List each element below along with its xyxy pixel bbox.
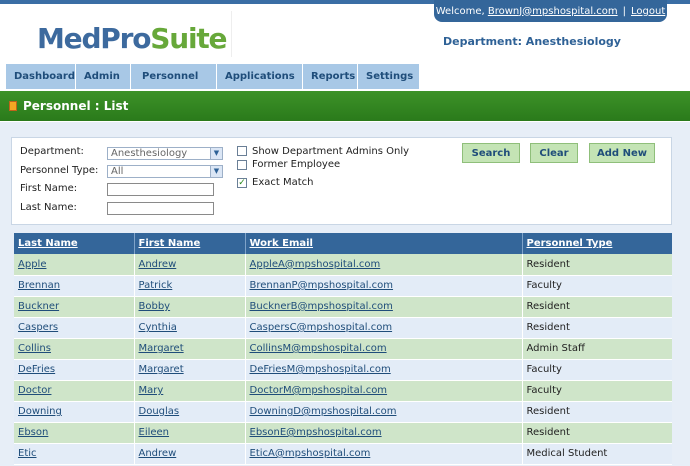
user-email-link[interactable]: BrownJ@mpshospital.com	[488, 6, 618, 17]
email-link[interactable]: EticA@mpshospital.com	[244, 443, 522, 465]
first-name-link[interactable]: Mary	[133, 380, 245, 402]
table-row: Etic Andrew EticA@mpshospital.com Medica…	[14, 443, 672, 465]
email-link[interactable]: EbsonE@mpshospital.com	[244, 422, 522, 444]
personnel-type-cell: Resident	[521, 254, 672, 276]
tab-applications[interactable]: Applications	[217, 64, 303, 89]
first-name-link[interactable]: Margaret	[133, 338, 245, 360]
last-name-link[interactable]: Ebson	[14, 422, 134, 444]
welcome-bar: Welcome, BrownJ@mpshospital.com | Logout	[434, 0, 667, 22]
personnel-table: Last Name First Name Work Email Personne…	[14, 233, 672, 465]
table-row: Downing Douglas DowningD@mpshospital.com…	[14, 401, 672, 423]
personnel-type-cell: Medical Student	[521, 443, 672, 465]
welcome-label: Welcome,	[435, 5, 485, 17]
add-new-button[interactable]: Add New	[589, 143, 655, 163]
personnel-type-cell: Admin Staff	[521, 338, 672, 360]
email-link[interactable]: CaspersC@mpshospital.com	[244, 317, 522, 339]
tab-admin[interactable]: Admin	[76, 64, 131, 89]
former-employee-checkbox[interactable]	[237, 160, 247, 170]
last-name-label: Last Name:	[20, 202, 77, 213]
email-link[interactable]: BrennanP@mpshospital.com	[244, 275, 522, 297]
tab-settings[interactable]: Settings	[358, 64, 420, 89]
exact-match-label: Exact Match	[252, 177, 314, 188]
table-row: Doctor Mary DoctorM@mpshospital.com Facu…	[14, 380, 672, 402]
email-link[interactable]: DowningD@mpshospital.com	[244, 401, 522, 423]
personnel-type-label: Personnel Type:	[20, 165, 99, 176]
chevron-down-icon: ▼	[210, 166, 222, 177]
show-admins-checkbox[interactable]	[237, 146, 247, 156]
last-name-link[interactable]: Caspers	[14, 317, 134, 339]
first-name-link[interactable]: Cynthia	[133, 317, 245, 339]
last-name-link[interactable]: Downing	[14, 401, 134, 423]
last-name-input[interactable]	[107, 202, 214, 215]
last-name-link[interactable]: Buckner	[14, 296, 134, 318]
department-label: Department:	[20, 146, 84, 157]
last-name-link[interactable]: Brennan	[14, 275, 134, 297]
email-link[interactable]: DeFriesM@mpshospital.com	[244, 359, 522, 381]
personnel-type-select[interactable]: All ▼	[107, 165, 223, 178]
table-header-row: Last Name First Name Work Email Personne…	[14, 233, 672, 254]
tab-dashboard[interactable]: Dashboard	[6, 64, 76, 89]
tab-personnel[interactable]: Personnel	[131, 64, 217, 89]
personnel-type-select-value: All	[111, 166, 124, 177]
logo-container: MedProSuite	[6, 11, 232, 57]
personnel-type-cell: Faculty	[521, 359, 672, 381]
app-logo[interactable]: MedProSuite	[37, 22, 228, 55]
first-name-link[interactable]: Margaret	[133, 359, 245, 381]
first-name-link[interactable]: Andrew	[133, 443, 245, 465]
table-row: Ebson Eileen EbsonE@mpshospital.com Resi…	[14, 422, 672, 444]
table-row: Collins Margaret CollinsM@mpshospital.co…	[14, 338, 672, 360]
chevron-down-icon: ▼	[210, 148, 222, 159]
separator: |	[622, 5, 627, 17]
personnel-type-cell: Resident	[521, 317, 672, 339]
personnel-type-cell: Resident	[521, 401, 672, 423]
table-row: Buckner Bobby BucknerB@mpshospital.com R…	[14, 296, 672, 318]
email-link[interactable]: BucknerB@mpshospital.com	[244, 296, 522, 318]
logo-text-suite: Suite	[150, 22, 227, 55]
personnel-type-cell: Resident	[521, 422, 672, 444]
column-header-first-name[interactable]: First Name	[133, 233, 245, 254]
last-name-link[interactable]: Apple	[14, 254, 134, 276]
last-name-link[interactable]: Doctor	[14, 380, 134, 402]
former-employee-label: Former Employee	[252, 159, 341, 170]
logout-link[interactable]: Logout	[631, 6, 665, 17]
column-header-work-email[interactable]: Work Email	[244, 233, 522, 254]
table-row: DeFries Margaret DeFriesM@mpshospital.co…	[14, 359, 672, 381]
email-link[interactable]: CollinsM@mpshospital.com	[244, 338, 522, 360]
table-row: Caspers Cynthia CaspersC@mpshospital.com…	[14, 317, 672, 339]
logo-text-medpro: MedPro	[37, 22, 151, 55]
document-icon	[9, 101, 17, 111]
first-name-link[interactable]: Andrew	[133, 254, 245, 276]
first-name-link[interactable]: Bobby	[133, 296, 245, 318]
show-admins-label: Show Department Admins Only	[252, 146, 410, 157]
personnel-type-cell: Resident	[521, 296, 672, 318]
email-link[interactable]: DoctorM@mpshospital.com	[244, 380, 522, 402]
first-name-link[interactable]: Douglas	[133, 401, 245, 423]
last-name-link[interactable]: Etic	[14, 443, 134, 465]
checkmark-icon: ✓	[238, 178, 246, 188]
main-nav: Dashboard Admin Personnel Applications R…	[6, 64, 420, 89]
department-heading: Department: Anesthesiology	[443, 35, 621, 48]
first-name-link[interactable]: Eileen	[133, 422, 245, 444]
last-name-link[interactable]: DeFries	[14, 359, 134, 381]
personnel-type-cell: Faculty	[521, 275, 672, 297]
search-button[interactable]: Search	[462, 143, 520, 163]
department-select[interactable]: Anesthesiology ▼	[107, 147, 223, 160]
first-name-label: First Name:	[20, 183, 78, 194]
department-select-value: Anesthesiology	[111, 148, 188, 159]
page-title: Personnel : List	[23, 99, 129, 113]
first-name-input[interactable]	[107, 183, 214, 196]
column-header-personnel-type[interactable]: Personnel Type	[521, 233, 672, 254]
clear-button[interactable]: Clear	[530, 143, 578, 163]
tab-reports[interactable]: Reports	[303, 64, 358, 89]
table-row: Brennan Patrick BrennanP@mpshospital.com…	[14, 275, 672, 297]
page-title-banner: Personnel : List	[0, 91, 690, 121]
email-link[interactable]: AppleA@mpshospital.com	[244, 254, 522, 276]
last-name-link[interactable]: Collins	[14, 338, 134, 360]
exact-match-checkbox[interactable]: ✓	[237, 178, 247, 188]
first-name-link[interactable]: Patrick	[133, 275, 245, 297]
personnel-type-cell: Faculty	[521, 380, 672, 402]
column-header-last-name[interactable]: Last Name	[14, 233, 134, 254]
table-row: Apple Andrew AppleA@mpshospital.com Resi…	[14, 254, 672, 276]
